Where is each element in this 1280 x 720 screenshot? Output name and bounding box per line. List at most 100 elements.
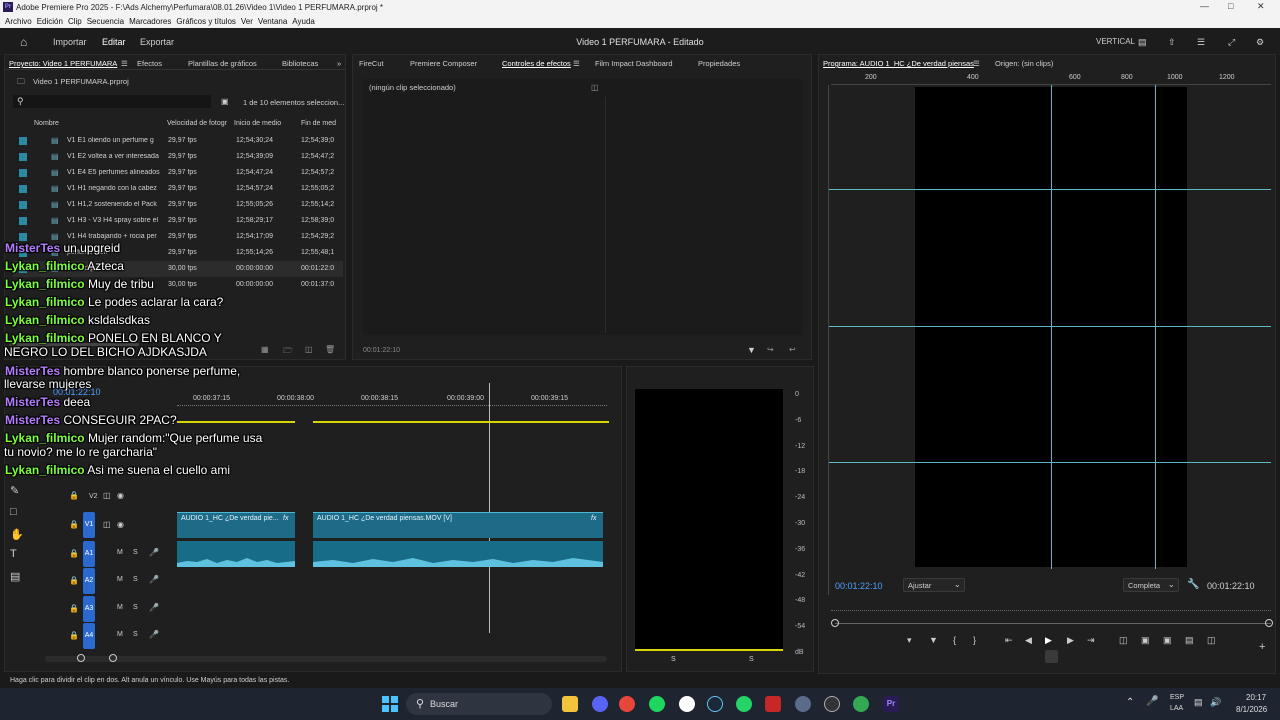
expand-icon[interactable]: ⤢ — [1228, 37, 1235, 48]
tab-proyecto[interactable]: Proyecto: Video 1 PERFUMARA — [9, 59, 117, 68]
sync-icon[interactable]: ◫ — [103, 520, 111, 529]
time-ruler[interactable] — [831, 603, 1271, 611]
sync-icon[interactable]: ◫ — [103, 491, 111, 500]
settings-icon[interactable]: ⚙ — [1256, 37, 1264, 48]
go-to-in-icon[interactable]: ⇤ — [1005, 635, 1013, 646]
mic-icon[interactable]: 🎤 — [149, 630, 159, 639]
windows-start-icon[interactable] — [382, 696, 398, 712]
tab-premiere-composer[interactable]: Premiere Composer — [410, 59, 477, 68]
menu-secuencia[interactable]: Secuencia — [87, 17, 124, 26]
scroll-handle[interactable] — [77, 654, 85, 662]
menu-clip[interactable]: Clip — [68, 17, 82, 26]
quality-dropdown[interactable]: Completa ⌄ — [1123, 578, 1179, 592]
mute-icon[interactable]: M — [117, 604, 123, 611]
app-icon[interactable] — [824, 696, 840, 712]
minimize-icon[interactable]: — — [1200, 1, 1209, 11]
list-item[interactable]: ▤ V1 E1 oliendo un perfume g 29,97 fps 12;5… — [13, 133, 343, 149]
step-back-icon[interactable]: ◀ — [1025, 635, 1032, 646]
clock-time[interactable]: 20:17 — [1246, 693, 1266, 702]
solo-left[interactable]: S — [671, 656, 676, 663]
chrome-icon[interactable] — [619, 696, 635, 712]
solo-icon[interactable]: S — [133, 576, 138, 583]
program-timecode[interactable]: 00:01:22:10 — [835, 581, 883, 591]
close-icon[interactable]: ✕ — [1257, 1, 1265, 12]
lock-icon[interactable]: 🔒 — [69, 604, 79, 613]
lock-icon[interactable]: 🔒 — [69, 491, 79, 500]
label-color-swatch[interactable] — [19, 201, 27, 209]
menu-ventana[interactable]: Ventana — [258, 17, 287, 26]
tab-propiedades[interactable]: Propiedades — [698, 59, 740, 68]
marker-icon[interactable]: ▼ — [929, 635, 938, 645]
zoom-handle[interactable] — [1265, 619, 1273, 627]
eye-icon[interactable]: ◉ — [117, 491, 124, 500]
scroll-handle[interactable] — [109, 654, 117, 662]
app-icon[interactable] — [765, 696, 781, 712]
tab-film-impact[interactable]: Film Impact Dashboard — [595, 59, 673, 68]
menu-marcadores[interactable]: Marcadores — [129, 17, 171, 26]
spotify-icon[interactable] — [649, 696, 665, 712]
rectangle-icon[interactable]: □ — [10, 506, 17, 518]
video-clip[interactable]: AUDIO 1_HC ¿De verdad piensas.MOV [V] fx — [313, 512, 603, 538]
menu-archivo[interactable]: Archivo — [5, 17, 32, 26]
mic-icon[interactable]: 🎤 — [149, 548, 159, 557]
col-inicio[interactable]: Inicio de medio — [234, 120, 281, 127]
search-input[interactable]: ⚲ — [13, 95, 211, 108]
add-button-icon[interactable]: + — [1259, 641, 1265, 653]
menu-icon[interactable]: ☰ — [121, 59, 128, 68]
solo-icon[interactable]: S — [133, 549, 138, 556]
label-color-swatch[interactable] — [19, 185, 27, 193]
zoom-bar[interactable] — [835, 623, 1271, 624]
list-item[interactable]: ▤ V1 E4 E5 perfumes alineados 29,97 fps 12;… — [13, 165, 343, 181]
list-item[interactable]: ▤ V1 H1,2 sosteniendo el Pack 29,97 fps 12;… — [13, 197, 343, 213]
maximize-icon[interactable]: □ — [1228, 1, 1233, 11]
chrome-icon[interactable] — [853, 696, 869, 712]
col-fin[interactable]: Fin de med — [301, 120, 336, 127]
freeform-icon[interactable]: ▦ — [261, 345, 269, 354]
import-icon[interactable]: ↩ — [789, 345, 796, 354]
mic-icon[interactable]: 🎤 — [149, 603, 159, 612]
add-marker-icon[interactable]: ▾ — [907, 635, 912, 646]
more-tabs-icon[interactable]: » — [337, 59, 341, 68]
compare-icon[interactable]: ▤ — [1185, 635, 1194, 646]
file-explorer-icon[interactable] — [562, 696, 578, 712]
eye-icon[interactable]: ◉ — [117, 520, 124, 529]
mic-icon[interactable]: 🎤 — [149, 575, 159, 584]
mark-in-icon[interactable]: { — [953, 635, 956, 645]
play-icon[interactable]: ▶ — [1045, 635, 1052, 646]
lock-icon[interactable]: 🔒 — [69, 549, 79, 558]
track-label-a1[interactable]: A1 — [83, 541, 95, 567]
track-label-a2[interactable]: A2 — [83, 568, 95, 594]
tab-bibliotecas[interactable]: Bibliotecas — [282, 59, 318, 68]
app-icon[interactable] — [679, 696, 695, 712]
audio-clip[interactable] — [177, 541, 295, 567]
clock-date[interactable]: 8/1/2026 — [1236, 705, 1267, 714]
col-fps[interactable]: Velocidad de fotogr — [167, 120, 227, 127]
menu-graficos[interactable]: Gráficos y títulos — [176, 17, 236, 26]
solo-icon[interactable]: S — [133, 604, 138, 611]
share-icon[interactable]: ⇧ — [1168, 37, 1176, 48]
track-label-v1[interactable]: V1 — [83, 512, 95, 538]
wrench-icon[interactable]: 🔧 — [1187, 579, 1199, 590]
mute-icon[interactable]: M — [117, 631, 123, 638]
lock-icon[interactable]: 🔒 — [69, 520, 79, 529]
tab-programa[interactable]: Programa: AUDIO 1_HC ¿De verdad piensas — [823, 59, 974, 68]
tab-origen[interactable]: Origen: (sin clips) — [995, 59, 1053, 68]
solo-right[interactable]: S — [749, 656, 754, 663]
chevron-up-icon[interactable]: ⌃ — [1126, 697, 1134, 708]
lock-icon[interactable]: 🔒 — [69, 576, 79, 585]
filter-icon[interactable]: ▼ — [747, 345, 756, 355]
mute-icon[interactable]: M — [117, 549, 123, 556]
menu-edicion[interactable]: Edición — [37, 17, 63, 26]
tab-efectos[interactable]: Efectos — [137, 59, 162, 68]
mic-icon[interactable]: 🎤 — [1146, 696, 1158, 707]
panel-toggle-icon[interactable]: ◫ — [591, 83, 599, 92]
go-to-out-icon[interactable]: ⇥ — [1087, 635, 1095, 646]
video-clip[interactable]: AUDIO 1_HC ¿De verdad pie... fx — [177, 512, 295, 538]
mute-icon[interactable]: M — [117, 576, 123, 583]
taskbar-search[interactable]: ⚲ Buscar — [406, 693, 552, 715]
type-tool-icon[interactable]: ▤ — [10, 570, 20, 583]
insert-icon[interactable]: ◫ — [1119, 635, 1128, 646]
volume-icon[interactable]: 🔊 — [1210, 697, 1221, 708]
menu-icon[interactable]: ☰ — [573, 59, 580, 68]
label-color-swatch[interactable] — [19, 233, 27, 241]
